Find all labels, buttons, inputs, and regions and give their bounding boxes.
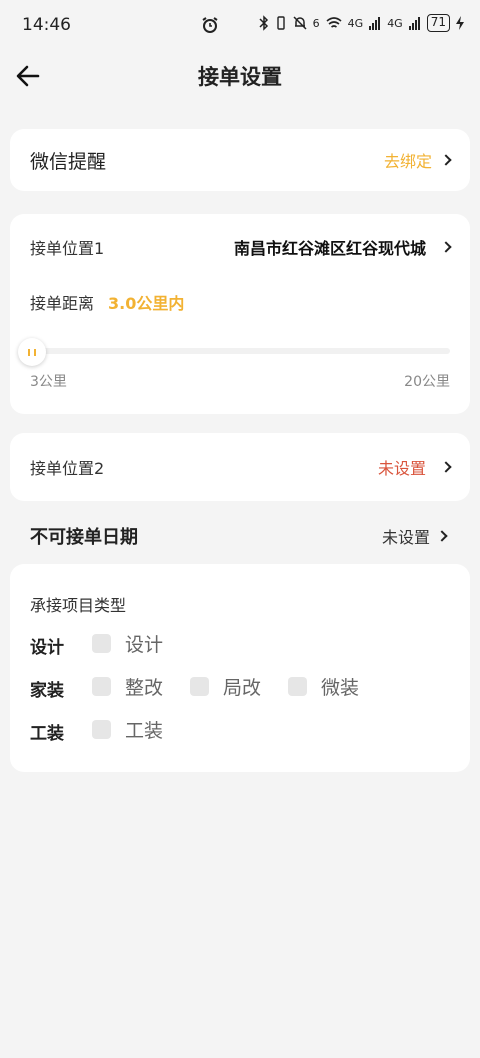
option-partial[interactable]: 局改 — [190, 673, 261, 700]
wechat-bind-link[interactable]: 去绑定 — [383, 148, 452, 172]
vibrate-icon — [276, 16, 285, 30]
location2-label: 接单位置2 — [30, 459, 105, 478]
location2-card[interactable]: 接单位置2 未设置 — [10, 433, 470, 501]
signal-icon — [408, 17, 420, 30]
wifi-badge: 6 — [312, 16, 320, 30]
location1-value: 南昌市红谷滩区红谷现代城 — [233, 239, 426, 258]
project-types-card: 承接项目类型 设计 设计 家装 整改 局改 微装 工装 工装 — [10, 564, 470, 772]
wifi-icon — [326, 17, 342, 28]
signal-label-2: 4G — [387, 16, 403, 30]
location1-label: 接单位置1 — [30, 239, 105, 258]
signal-label-1: 4G — [347, 16, 364, 30]
wechat-label: 微信提醒 — [30, 150, 107, 173]
status-time: 14:46 — [22, 15, 71, 35]
distance-value: 3.0公里内 — [108, 294, 185, 313]
chevron-right-icon — [440, 154, 452, 166]
option-label: 设计 — [125, 634, 164, 656]
checkbox[interactable] — [288, 677, 307, 696]
distance-slider-handle[interactable] — [18, 338, 46, 366]
slider-min-label: 3公里 — [30, 374, 67, 390]
distance-row: 接单距离 3.0公里内 — [30, 284, 450, 320]
option-design[interactable]: 设计 — [92, 630, 163, 657]
wechat-action: 去绑定 — [383, 152, 432, 171]
checkbox[interactable] — [190, 677, 209, 696]
option-commercial[interactable]: 工装 — [92, 716, 163, 743]
group-label-design: 设计 — [30, 638, 64, 658]
status-bar: 14:46 6 4G 4G 71 — [0, 0, 480, 50]
mute-icon — [293, 16, 307, 30]
option-micro[interactable]: 微装 — [288, 673, 359, 700]
unavailable-label: 不可接单日期 — [30, 527, 138, 548]
nav-bar: 接单设置 — [0, 50, 480, 102]
battery-indicator: 71 — [426, 14, 450, 32]
signal-icon — [369, 17, 381, 30]
unavailable-date-row[interactable]: 不可接单日期 未设置 — [30, 518, 448, 554]
location1-card: 接单位置1 南昌市红谷滩区红谷现代城 接单距离 3.0公里内 3公里 20公里 — [10, 214, 470, 414]
project-types-title: 承接项目类型 — [30, 596, 127, 615]
checkbox[interactable] — [92, 677, 111, 696]
option-label: 局改 — [223, 677, 262, 699]
checkbox[interactable] — [92, 634, 111, 653]
alarm-icon — [202, 17, 218, 33]
group-label-home: 家装 — [30, 681, 64, 701]
location2-value: 未设置 — [377, 459, 426, 478]
option-label: 微装 — [321, 677, 360, 699]
chevron-right-icon — [436, 530, 448, 542]
chevron-right-icon — [440, 461, 452, 473]
status-icons: 6 4G 4G 71 — [259, 14, 464, 32]
back-arrow-icon[interactable] — [14, 62, 42, 90]
charging-icon — [456, 16, 464, 30]
checkbox[interactable] — [92, 720, 111, 739]
option-renovate[interactable]: 整改 — [92, 673, 163, 700]
page-title: 接单设置 — [198, 65, 282, 89]
bluetooth-icon — [259, 15, 268, 31]
option-label: 工装 — [125, 720, 164, 742]
unavailable-value: 未设置 — [381, 528, 430, 547]
option-label: 整改 — [125, 677, 164, 699]
chevron-right-icon — [440, 241, 452, 253]
group-label-commercial: 工装 — [30, 724, 64, 744]
distance-label: 接单距离 — [30, 294, 95, 313]
distance-slider-track[interactable] — [30, 348, 450, 354]
slider-max-label: 20公里 — [404, 374, 450, 390]
wechat-card[interactable]: 微信提醒 去绑定 — [10, 129, 470, 191]
location1-row[interactable]: 接单位置1 南昌市红谷滩区红谷现代城 — [30, 228, 452, 266]
